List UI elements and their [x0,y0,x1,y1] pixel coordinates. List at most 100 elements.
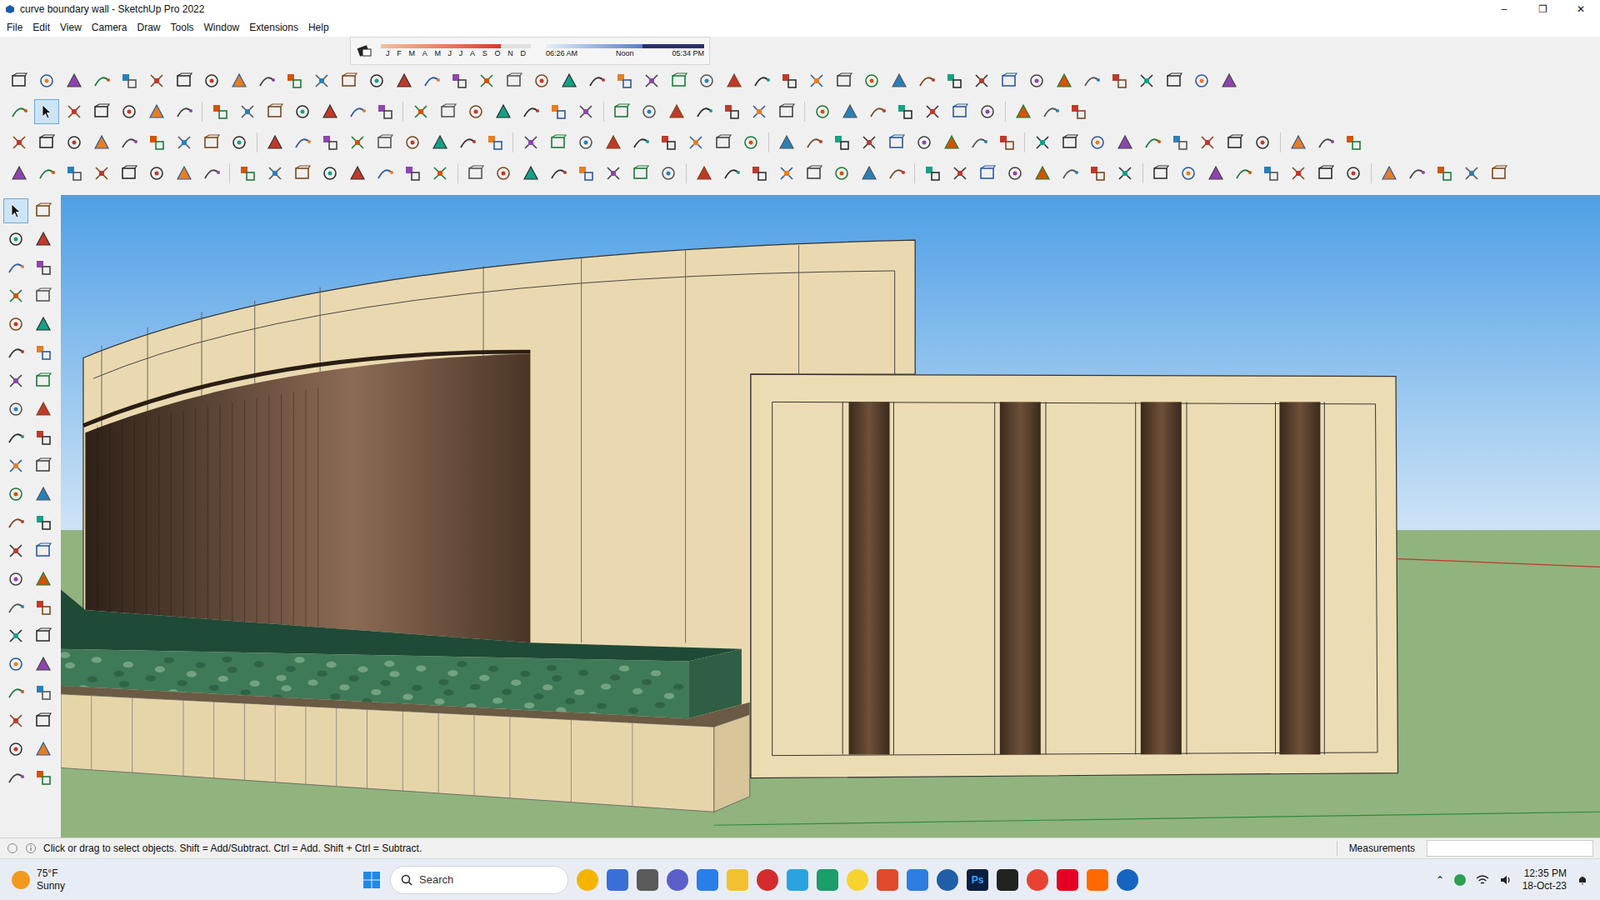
toolbar-button[interactable] [317,99,343,125]
taskbar-app-icon[interactable] [1086,869,1109,891]
toolbar-button[interactable] [30,311,56,337]
toolbar-button[interactable] [1112,160,1138,186]
toolbar-button[interactable] [3,283,29,309]
taskbar-app-icon[interactable] [786,869,809,891]
toolbar-button[interactable] [1175,160,1201,186]
toolbar-button[interactable] [435,99,461,125]
toolbar-button[interactable] [144,68,170,94]
toolbar-button[interactable] [372,160,398,186]
toolbar-button[interactable] [89,130,115,155]
taskbar-app-icon[interactable] [576,869,599,891]
toolbar-button[interactable] [364,68,390,94]
taskbar-app-icon[interactable] [1026,869,1049,891]
toolbar-button[interactable] [829,130,855,155]
toolbar-button[interactable] [3,425,29,450]
toolbar-button[interactable] [30,510,56,535]
toolbar-button[interactable] [474,68,500,94]
taskbar-app-icon[interactable] [636,869,659,891]
menu-item[interactable]: Camera [86,20,133,35]
wifi-icon[interactable] [1475,874,1490,886]
toolbar-button[interactable] [482,130,508,155]
toolbar-button[interactable] [859,68,885,94]
toolbar-button[interactable] [1010,99,1036,125]
toolbar-button[interactable] [391,68,417,94]
toolbar-button[interactable] [309,68,335,94]
toolbar-button[interactable] [3,198,29,224]
toolbar-button[interactable] [1195,130,1220,155]
taskbar-app-icon[interactable] [996,869,1019,891]
toolbar-button[interactable] [655,160,681,186]
toolbar-button[interactable] [600,160,626,186]
toolbar-button[interactable] [235,99,260,125]
toolbar-button[interactable] [226,130,252,155]
toolbar-button[interactable] [1140,130,1165,155]
toolbar-button[interactable] [30,538,56,564]
shadow-toggle-icon[interactable] [355,41,375,60]
windows-start-icon[interactable] [361,870,382,890]
toolbar-button[interactable] [1486,160,1512,186]
toolbar-button[interactable] [1051,68,1077,94]
toolbar-button[interactable] [1085,160,1110,186]
toolbar-button[interactable] [1404,160,1430,186]
toolbar-button[interactable] [774,130,800,155]
toolbar-button[interactable] [1057,130,1083,155]
toolbar-button[interactable] [3,708,29,734]
toolbar-button[interactable] [372,130,398,155]
taskbar-app-icon[interactable] [846,869,869,891]
toolbar-button[interactable] [89,99,115,125]
toolbar-button[interactable] [947,160,973,186]
tray-chevron-icon[interactable]: ⌃ [1435,872,1445,888]
toolbar-button[interactable] [941,68,967,94]
weather-widget[interactable]: 75°FSunny [11,867,362,893]
menu-item[interactable]: File [1,20,28,35]
toolbar-button[interactable] [116,130,142,155]
menu-item[interactable]: Window [199,20,245,35]
menu-item[interactable]: Tools [165,20,200,35]
toolbar-button[interactable] [61,160,87,186]
toolbar-button[interactable] [3,623,29,649]
toolbar-button[interactable] [262,160,288,186]
toolbar-button[interactable] [774,160,800,186]
toolbar-button[interactable] [529,68,555,94]
toolbar-button[interactable] [939,130,965,155]
toolbar-button[interactable] [975,160,1000,186]
toolbar-button[interactable] [628,160,654,186]
toolbar-button[interactable] [254,68,280,94]
taskbar-app-icon[interactable] [756,869,779,891]
toolbar-button[interactable] [61,130,87,155]
window-control[interactable]: ❐ [1523,0,1562,19]
toolbar-button[interactable] [372,99,398,125]
toolbar-button[interactable] [556,68,582,94]
toolbar-button[interactable] [1431,160,1457,186]
toolbar-button[interactable] [1189,68,1215,94]
toolbar-button[interactable] [3,680,29,705]
toolbar-button[interactable] [30,481,56,507]
toolbar-button[interactable] [545,99,571,125]
toolbar-button[interactable] [3,396,29,422]
toolbar-button[interactable] [1079,68,1105,94]
toolbar-button[interactable] [1161,68,1187,94]
toolbar-button[interactable] [584,68,610,94]
toolbar-button[interactable] [664,99,690,125]
taskbar-app-icon[interactable] [1056,869,1079,891]
toolbar-button[interactable] [226,68,252,94]
toolbar-button[interactable] [171,160,197,186]
toolbar-button[interactable] [1216,68,1242,94]
toolbar-button[interactable] [116,68,142,94]
toolbar-button[interactable] [281,68,307,94]
toolbar-button[interactable] [1148,160,1174,186]
toolbar-button[interactable] [30,198,56,224]
toolbar-button[interactable] [573,130,599,155]
toolbar-button[interactable] [199,68,225,94]
toolbar-button[interactable] [518,99,544,125]
toolbar-button[interactable] [804,68,830,94]
toolbar-button[interactable] [419,68,445,94]
toolbar-button[interactable] [34,99,60,125]
toolbar-button[interactable] [691,160,717,186]
toolbar-button[interactable] [30,368,56,394]
info-icon[interactable] [25,842,37,855]
toolbar-button[interactable] [1285,160,1311,186]
toolbar-button[interactable] [1030,160,1055,186]
toolbar-button[interactable] [427,160,453,186]
toolbar-button[interactable] [3,226,29,252]
